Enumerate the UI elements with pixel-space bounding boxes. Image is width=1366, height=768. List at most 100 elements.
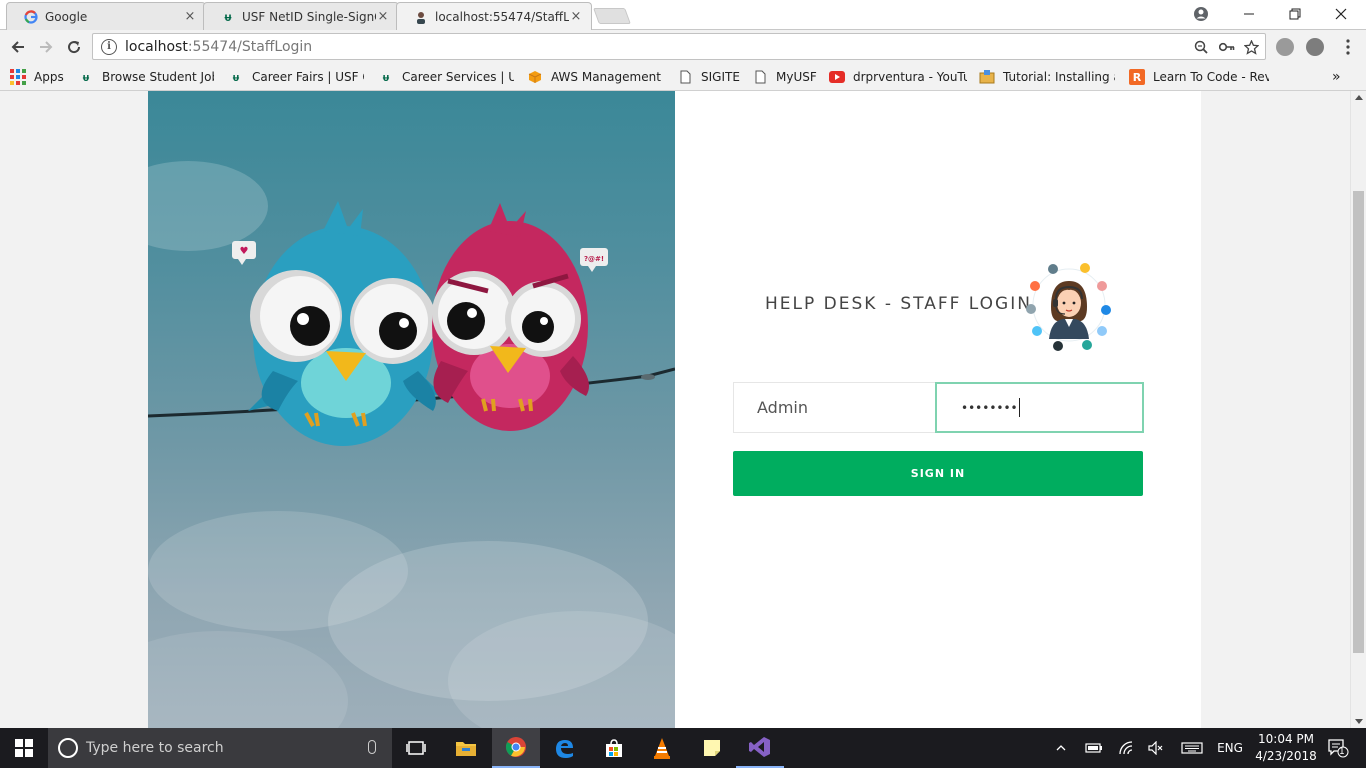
browser-tabstrip: Google × ᵾ USF NetID Single-SignOn × loc… bbox=[0, 0, 1366, 30]
password-value: •••••••• bbox=[961, 400, 1018, 415]
reload-icon[interactable] bbox=[62, 35, 86, 59]
scroll-up-icon[interactable] bbox=[1355, 95, 1363, 100]
bookmark-label: drprventura - YouTu bbox=[853, 70, 967, 84]
more-bookmarks-button[interactable]: » bbox=[1332, 68, 1346, 86]
system-clock[interactable]: 10:04 PM 4/23/2018 bbox=[1246, 731, 1326, 765]
task-view-icon[interactable] bbox=[392, 728, 440, 768]
bookmark-label: Learn To Code - Reva bbox=[1153, 70, 1269, 84]
page-viewport: ♥ ?@#! HELP DESK - STAFF LOGIN Admin •••… bbox=[0, 91, 1350, 728]
input-language[interactable]: ENG bbox=[1214, 728, 1246, 768]
revature-icon: R bbox=[1129, 69, 1145, 85]
microphone-icon[interactable] bbox=[368, 740, 376, 754]
usf-bull-icon: ᵾ bbox=[382, 70, 390, 84]
bookmarks-bar: Apps ᵾ Browse Student Jobs ᵾ Career Fair… bbox=[0, 63, 1366, 91]
address-bar[interactable]: i localhost :55474/StaffLogin bbox=[92, 33, 1266, 60]
forward-arrow-icon[interactable] bbox=[34, 35, 58, 59]
sign-in-button[interactable]: SIGN IN bbox=[733, 451, 1143, 496]
close-icon[interactable]: × bbox=[569, 9, 583, 24]
tab-staff-login[interactable]: localhost:55474/StaffLogin × bbox=[396, 2, 592, 30]
page-title: HELP DESK - STAFF LOGIN bbox=[765, 294, 1032, 314]
bookmark-label: Tutorial: Installing a bbox=[1003, 70, 1115, 84]
star-icon[interactable] bbox=[1241, 37, 1261, 57]
bookmark-label: SIGITE bbox=[701, 70, 740, 84]
extension-icon[interactable] bbox=[1276, 38, 1294, 56]
browser-toolbar: i localhost :55474/StaffLogin bbox=[0, 31, 1366, 63]
store-icon[interactable] bbox=[590, 728, 638, 768]
minimize-icon[interactable] bbox=[1226, 0, 1272, 28]
notification-count: 1 bbox=[1339, 747, 1345, 757]
show-hidden-icons-icon[interactable] bbox=[1050, 728, 1072, 768]
zoom-icon[interactable] bbox=[1191, 37, 1211, 57]
bookmark-label: Apps bbox=[34, 70, 64, 84]
youtube-icon bbox=[829, 69, 845, 85]
username-field[interactable]: Admin bbox=[733, 382, 936, 433]
password-field[interactable]: •••••••• bbox=[935, 382, 1144, 433]
username-value: Admin bbox=[757, 398, 808, 417]
bookmark-label: Career Fairs | USF Ca bbox=[252, 70, 364, 84]
windows-taskbar: Type here to search ENG 10:04 PM 4/23/20… bbox=[0, 728, 1366, 768]
tab-usf-netid[interactable]: ᵾ USF NetID Single-SignOn × bbox=[203, 2, 399, 30]
scroll-down-icon[interactable] bbox=[1355, 719, 1363, 724]
search-placeholder: Type here to search bbox=[86, 740, 224, 756]
battery-icon[interactable] bbox=[1082, 728, 1106, 768]
profile-icon[interactable] bbox=[1178, 0, 1224, 28]
windows-start-icon[interactable] bbox=[0, 728, 48, 768]
restore-icon[interactable] bbox=[1272, 0, 1318, 28]
sticky-notes-icon[interactable] bbox=[688, 728, 736, 768]
window-close-icon[interactable] bbox=[1318, 0, 1364, 28]
menu-dots-icon[interactable] bbox=[1336, 35, 1360, 59]
helpdesk-agent-icon bbox=[1026, 263, 1111, 351]
wifi-icon[interactable] bbox=[1114, 728, 1138, 768]
login-card: ♥ ?@#! HELP DESK - STAFF LOGIN Admin •••… bbox=[148, 91, 1201, 728]
info-icon[interactable]: i bbox=[101, 38, 117, 55]
bookmark-item[interactable]: AWS Management C bbox=[527, 68, 663, 86]
hero-illustration: ♥ ?@#! bbox=[148, 91, 675, 728]
birds-on-wire-icon: ♥ ?@#! bbox=[148, 201, 675, 446]
back-arrow-icon[interactable] bbox=[6, 35, 30, 59]
vlc-icon[interactable] bbox=[638, 728, 686, 768]
bookmark-item[interactable]: ᵾ Browse Student Jobs bbox=[78, 68, 214, 86]
bookmark-item[interactable]: R Learn To Code - Reva bbox=[1129, 68, 1269, 86]
bookmark-label: Career Services | Uni bbox=[402, 70, 514, 84]
bookmark-item[interactable]: SIGITE bbox=[677, 68, 747, 86]
usf-bull-icon: ᵾ bbox=[82, 70, 90, 84]
bookmark-apps[interactable]: Apps bbox=[10, 68, 70, 86]
helpdesk-agent-icon bbox=[413, 9, 429, 25]
clock-time: 10:04 PM bbox=[1258, 732, 1314, 746]
bookmark-item[interactable]: Tutorial: Installing a bbox=[979, 68, 1115, 86]
bookmark-item[interactable]: ᵾ Career Services | Uni bbox=[378, 68, 514, 86]
scrollbar-thumb[interactable] bbox=[1353, 191, 1364, 653]
keyboard-icon[interactable] bbox=[1178, 728, 1206, 768]
chrome-icon[interactable] bbox=[492, 728, 540, 768]
document-icon bbox=[677, 69, 693, 85]
new-tab-button[interactable] bbox=[593, 8, 631, 24]
bookmark-label: AWS Management C bbox=[551, 70, 663, 84]
tab-google[interactable]: Google × bbox=[6, 2, 206, 30]
clock-date: 4/23/2018 bbox=[1255, 749, 1317, 763]
close-icon[interactable]: × bbox=[376, 9, 390, 24]
key-icon[interactable] bbox=[1217, 37, 1237, 57]
tab-title: USF NetID Single-SignOn bbox=[242, 9, 376, 24]
aws-cube-icon bbox=[527, 69, 543, 85]
taskbar-search-input[interactable]: Type here to search bbox=[48, 728, 392, 768]
file-explorer-icon[interactable] bbox=[442, 728, 490, 768]
bookmark-item[interactable]: drprventura - YouTu bbox=[829, 68, 967, 86]
address-path: :55474/StaffLogin bbox=[187, 38, 313, 55]
document-icon bbox=[752, 69, 768, 85]
speech-bubble-right: ?@#! bbox=[584, 255, 604, 263]
extension-icon[interactable] bbox=[1306, 38, 1324, 56]
edge-icon[interactable] bbox=[540, 728, 588, 768]
text-cursor bbox=[1018, 398, 1020, 417]
bookmark-item[interactable]: ᵾ Career Fairs | USF Ca bbox=[228, 68, 364, 86]
tab-title: Google bbox=[45, 9, 88, 24]
visual-studio-icon[interactable] bbox=[736, 728, 784, 768]
page-scrollbar[interactable] bbox=[1350, 91, 1366, 728]
volume-muted-icon[interactable] bbox=[1144, 728, 1168, 768]
close-icon[interactable]: × bbox=[183, 9, 197, 24]
apps-grid-icon bbox=[10, 69, 26, 85]
action-center-icon[interactable]: 1 bbox=[1318, 728, 1358, 768]
package-icon bbox=[979, 69, 995, 85]
speech-bubble-left: ♥ bbox=[240, 246, 249, 257]
bookmark-item[interactable]: MyUSF bbox=[752, 68, 822, 86]
bookmark-label: MyUSF bbox=[776, 70, 817, 84]
